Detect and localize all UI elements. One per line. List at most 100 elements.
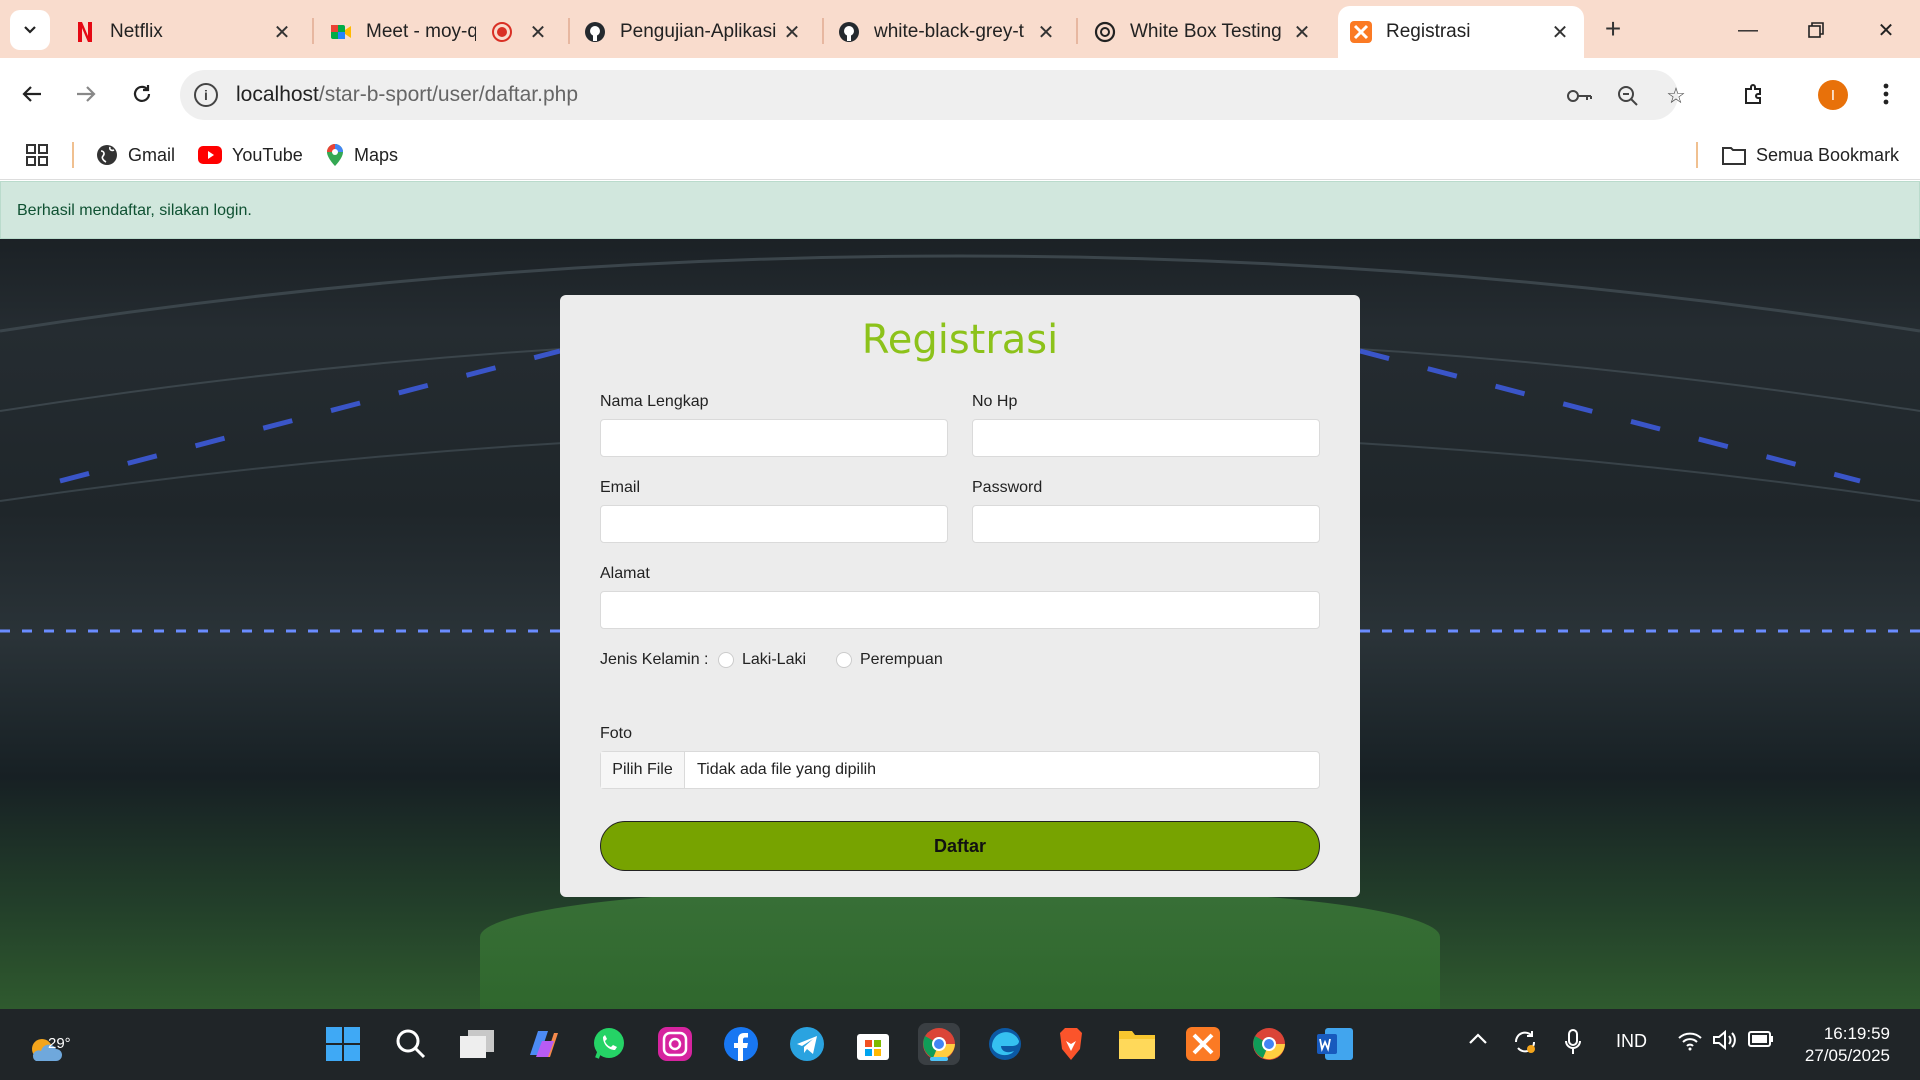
tab-netflix[interactable]: Netflix ✕: [74, 6, 294, 58]
puzzle-icon: [1745, 84, 1761, 104]
brave-app[interactable]: [1050, 1023, 1092, 1065]
zoom-icon[interactable]: [1614, 82, 1642, 110]
alamat-input[interactable]: [600, 591, 1320, 629]
bookmark-gmail[interactable]: Gmail: [96, 140, 175, 170]
chrome-profile-app[interactable]: [1248, 1023, 1290, 1065]
word-app[interactable]: [1314, 1023, 1356, 1065]
search-button[interactable]: [390, 1023, 432, 1065]
volume-tray-button[interactable]: [1712, 1029, 1738, 1056]
reload-button[interactable]: [124, 76, 160, 112]
choose-file-button[interactable]: Pilih File: [601, 752, 685, 788]
foto-file-input[interactable]: Pilih File Tidak ada file yang dipilih: [600, 751, 1320, 789]
microphone-tray-button[interactable]: [1564, 1029, 1582, 1060]
address-bar[interactable]: i localhost/star-b-sport/user/daftar.php…: [180, 70, 1686, 120]
youtube-icon: [198, 146, 222, 164]
url-text: localhost/star-b-sport/user/daftar.php: [236, 83, 579, 106]
facebook-icon: [724, 1027, 758, 1061]
hp-input[interactable]: [972, 419, 1320, 457]
close-icon[interactable]: ✕: [1034, 20, 1058, 44]
show-hidden-icons[interactable]: [1468, 1029, 1488, 1050]
taskbar: 29° IND 16:19:59 27/05/2025: [0, 1009, 1920, 1080]
chrome-icon: [1253, 1028, 1285, 1060]
radio-laki-laki-label: Laki-Laki: [742, 651, 807, 668]
clock-time: 16:19:59: [1823, 1024, 1890, 1043]
battery-icon: [1748, 1031, 1773, 1047]
network-tray-button[interactable]: [1678, 1031, 1702, 1056]
minimize-button[interactable]: —: [1728, 12, 1768, 48]
whatsapp-icon: [594, 1028, 624, 1059]
email-label: Email: [600, 479, 641, 496]
bookmark-separator: [1696, 142, 1698, 168]
whatsapp-app[interactable]: [588, 1023, 630, 1065]
nama-label: Nama Lengkap: [600, 393, 709, 410]
chrome-app[interactable]: [918, 1023, 960, 1065]
restore-icon: [1808, 22, 1824, 38]
start-button[interactable]: [322, 1023, 364, 1065]
edge-app[interactable]: [984, 1023, 1026, 1065]
apps-grid-icon: [26, 144, 48, 166]
daftar-button[interactable]: Daftar: [600, 821, 1320, 871]
arrow-left-icon: [22, 86, 41, 102]
close-icon[interactable]: ✕: [526, 20, 550, 44]
site-info-icon[interactable]: i: [194, 83, 218, 107]
instagram-icon: [658, 1027, 692, 1061]
system-clock[interactable]: 16:19:59 27/05/2025: [1805, 1023, 1890, 1067]
tab-white-box[interactable]: White Box Testing ✕: [1094, 6, 1314, 58]
radio-laki-laki[interactable]: [718, 652, 734, 668]
close-window-button[interactable]: ✕: [1866, 12, 1906, 48]
extensions-button[interactable]: [1736, 76, 1772, 112]
back-button[interactable]: [14, 76, 50, 112]
bookmark-star-icon[interactable]: ☆: [1662, 82, 1690, 110]
facebook-app[interactable]: [720, 1023, 762, 1065]
bookmark-youtube[interactable]: YouTube: [198, 140, 303, 170]
xampp-app[interactable]: [1182, 1023, 1224, 1065]
tab-pengujian[interactable]: Pengujian-Aplikasi ✕: [584, 6, 804, 58]
nama-input[interactable]: [600, 419, 948, 457]
copilot-app[interactable]: [522, 1023, 564, 1065]
battery-tray-button[interactable]: [1748, 1031, 1774, 1052]
language-indicator[interactable]: IND: [1616, 1031, 1647, 1052]
apps-button[interactable]: [26, 140, 48, 170]
file-explorer-app[interactable]: [1116, 1023, 1158, 1065]
foto-label: Foto: [600, 725, 633, 742]
radio-perempuan[interactable]: [836, 652, 852, 668]
copilot-icon: [530, 1031, 558, 1057]
close-icon[interactable]: ✕: [1290, 20, 1314, 44]
store-app[interactable]: [852, 1023, 894, 1065]
forward-button[interactable]: [68, 76, 104, 112]
menu-button[interactable]: [1868, 76, 1904, 112]
tab-meet[interactable]: Meet - moy-qb ✕: [330, 6, 550, 58]
sync-tray-button[interactable]: [1512, 1029, 1538, 1060]
tab-separator: [1076, 18, 1078, 44]
bookmark-maps[interactable]: Maps: [326, 140, 398, 170]
microphone-icon: [1565, 1029, 1581, 1054]
telegram-app[interactable]: [786, 1023, 828, 1065]
tab-white-black[interactable]: white-black-grey-t ✕: [838, 6, 1058, 58]
close-icon[interactable]: ✕: [1548, 20, 1572, 44]
password-label: Password: [972, 479, 1043, 496]
netflix-icon: [74, 21, 96, 43]
password-key-icon[interactable]: [1566, 82, 1594, 110]
chevron-up-icon: [1469, 1033, 1487, 1044]
all-bookmarks[interactable]: Semua Bookmark: [1722, 140, 1899, 170]
tab-separator: [568, 18, 570, 44]
brave-icon: [1060, 1028, 1082, 1060]
arrow-right-icon: [77, 86, 96, 102]
tab-separator: [312, 18, 314, 44]
telegram-icon: [790, 1027, 824, 1061]
instagram-app[interactable]: [654, 1023, 696, 1065]
chrome-icon: [923, 1028, 955, 1060]
close-icon[interactable]: ✕: [780, 20, 804, 44]
new-tab-button[interactable]: +: [1598, 13, 1628, 44]
restore-button[interactable]: [1796, 12, 1836, 48]
clock-date: 27/05/2025: [1804, 1046, 1890, 1065]
tab-search-button[interactable]: [10, 10, 50, 50]
xampp-icon: [1186, 1027, 1220, 1061]
weather-widget[interactable]: 29°: [28, 1023, 78, 1065]
profile-avatar[interactable]: I: [1818, 80, 1848, 110]
tab-registrasi[interactable]: Registrasi ✕: [1338, 6, 1584, 58]
password-input[interactable]: [972, 505, 1320, 543]
email-input[interactable]: [600, 505, 948, 543]
close-icon[interactable]: ✕: [270, 20, 294, 44]
task-view-button[interactable]: [456, 1023, 498, 1065]
